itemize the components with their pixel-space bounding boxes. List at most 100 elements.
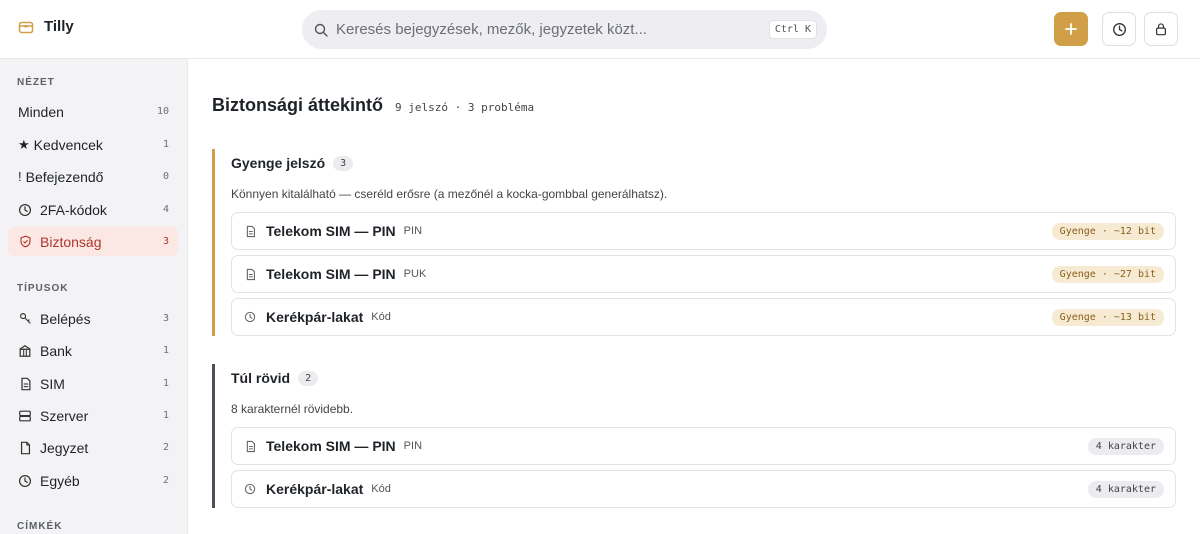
sidebar-item-count: 1 [162,345,169,356]
entry-name: Telekom SIM — PIN [266,223,396,239]
clock-icon [244,483,256,495]
strength-badge: Gyenge · ~13 bit [1051,308,1164,326]
sidebar-item-server[interactable]: Szerver 1 [8,401,178,430]
issue-row[interactable]: Telekom SIM — PIN PIN Gyenge · ~12 bit [231,212,1176,250]
key-icon [18,312,32,326]
app-name: Tilly [44,18,74,35]
entry-field: Kód [371,483,391,495]
sidebar-item-label: Egyéb [40,472,80,489]
entry-field: PUK [403,268,427,280]
history-button[interactable] [1102,12,1136,46]
sidebar-item-todo[interactable]: ! Befejezendő 0 [8,162,178,191]
sidebar-item-count: 1 [162,139,169,150]
issue-group-short: Túl rövid 2 8 karakternél rövidebb. Tele… [212,364,1176,508]
search-bar[interactable]: Ctrl K [302,10,827,49]
sidebar-item-label: Belépés [40,310,91,327]
sidebar-item-label: Szerver [40,407,89,424]
sidebar-item-count: 10 [156,106,169,117]
entry-field: PIN [403,440,423,452]
page-title: Biztonsági áttekintő [212,95,384,115]
sidebar-item-count: 1 [162,410,169,421]
search-input[interactable] [336,21,769,38]
sim-icon [244,225,256,237]
top-bar: Tilly Ctrl K [0,0,1200,59]
length-badge: 4 karakter [1087,437,1164,455]
group-description: 8 karakternél rövidebb. [231,402,354,416]
sidebar-section-types: TÍPUSOK [17,283,69,294]
group-description: Könnyen kitalálható — cseréld erősre (a … [231,187,668,201]
entry-name: Kerékpár-lakat [266,481,364,497]
sidebar: NÉZET Minden 10 ★ Kedvencek 1 ! Befejeze… [0,59,188,534]
issue-group-weak: Gyenge jelszó 3 Könnyen kitalálható — cs… [212,149,1176,336]
entry-name: Kerékpár-lakat [266,309,364,325]
sidebar-item-label: SIM [40,375,65,392]
issue-row[interactable]: Kerékpár-lakat Kód Gyenge · ~13 bit [231,298,1176,336]
issue-row[interactable]: Telekom SIM — PIN PIN 4 karakter [231,427,1176,465]
page-meta: 9 jelszó · 3 probléma [395,101,535,114]
sim-icon [18,377,32,391]
entry-field: Kód [371,311,391,323]
sidebar-item-count: 4 [162,204,169,215]
plus-icon [1065,23,1077,35]
entry-field: PIN [403,225,423,237]
group-header: Gyenge jelszó 3 [231,149,1176,177]
entry-name: Telekom SIM — PIN [266,266,396,282]
server-icon [18,409,32,423]
sidebar-item-count: 2 [162,475,169,486]
star-icon: ★ [18,136,30,152]
page-header: Biztonsági áttekintő 9 jelszó · 3 problé… [212,95,534,116]
sidebar-item-count: 1 [162,378,169,389]
sidebar-item-favorites[interactable]: ★ Kedvencek 1 [8,130,178,159]
issue-row[interactable]: Telekom SIM — PIN PUK Gyenge · ~27 bit [231,255,1176,293]
sidebar-item-bank[interactable]: Bank 1 [8,336,178,365]
sidebar-item-label: Biztonság [40,233,102,250]
sidebar-item-label: Bank [40,342,72,359]
sidebar-item-label: Jegyzet [40,439,89,456]
strength-badge: Gyenge · ~12 bit [1051,222,1164,240]
group-count: 2 [298,370,319,386]
sidebar-item-count: 0 [162,171,169,182]
sidebar-item-other[interactable]: Egyéb 2 [8,466,178,495]
main-content: Biztonsági áttekintő 9 jelszó · 3 problé… [188,59,1200,534]
group-title: Túl rövid [231,370,291,386]
sidebar-section-view: NÉZET [17,77,55,88]
clock-icon [1112,22,1126,36]
sidebar-item-count: 3 [162,313,169,324]
sidebar-item-security[interactable]: Biztonság 3 [8,227,178,256]
shield-icon [18,235,32,249]
sidebar-item-2fa[interactable]: 2FA-kódok 4 [8,195,178,224]
sidebar-item-sim[interactable]: SIM 1 [8,369,178,398]
sidebar-item-label: Minden [18,103,64,120]
sidebar-item-label: 2FA-kódok [40,201,107,218]
add-entry-button[interactable] [1054,12,1088,46]
clock-icon [18,474,32,488]
group-title: Gyenge jelszó [231,155,326,171]
sidebar-item-count: 2 [162,442,169,453]
search-shortcut: Ctrl K [768,20,817,39]
exclamation-icon: ! [18,169,22,184]
sidebar-item-login[interactable]: Belépés 3 [8,304,178,333]
strength-badge: Gyenge · ~27 bit [1051,265,1164,283]
sidebar-item-label: Befejezendő [25,168,104,185]
sim-icon [244,440,256,452]
clock-icon [244,311,256,323]
length-badge: 4 karakter [1087,480,1164,498]
issue-row[interactable]: Kerékpár-lakat Kód 4 karakter [231,470,1176,508]
search-icon [314,23,328,37]
lock-button[interactable] [1144,12,1178,46]
sidebar-item-label: Kedvencek [33,136,103,153]
sim-icon [244,268,256,280]
sidebar-item-count: 3 [162,236,169,247]
entry-name: Telekom SIM — PIN [266,438,396,454]
group-header: Túl rövid 2 [231,364,1176,392]
sidebar-item-note[interactable]: Jegyzet 2 [8,433,178,462]
lock-icon [1156,23,1166,36]
vault-icon [18,19,34,35]
group-count: 3 [333,155,354,171]
sidebar-item-all[interactable]: Minden 10 [8,97,178,126]
note-icon [18,441,32,455]
sidebar-section-tags: CÍMKÉK [17,521,63,532]
clock-icon [18,203,32,217]
brand[interactable]: Tilly [18,18,74,35]
bank-icon [18,344,32,358]
